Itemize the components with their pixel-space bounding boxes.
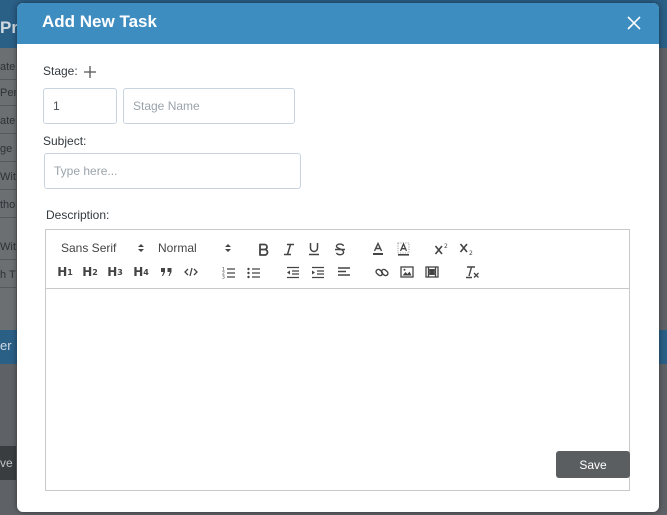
background-section-text: er (0, 338, 12, 353)
background-button: ve P (0, 446, 16, 480)
background-sidebar-item: ge (0, 136, 16, 162)
outdent-icon[interactable] (285, 263, 301, 281)
add-stage-icon[interactable] (83, 65, 97, 79)
indent-icon[interactable] (310, 263, 326, 281)
background-sidebar-item: tho (0, 192, 16, 218)
font-size-picker-label: Normal (158, 241, 197, 255)
heading-2-number: 2 (92, 267, 98, 277)
heading-4-icon[interactable]: H4 (132, 263, 150, 281)
heading-1-letter: H (57, 265, 68, 279)
heading-3-letter: H (107, 265, 118, 279)
svg-text:2: 2 (469, 250, 473, 256)
heading-4-number: 4 (143, 267, 149, 277)
video-icon[interactable] (424, 263, 440, 281)
rich-text-editor: Sans Serif Normal 2 2 H 1 H 2 H 3 H 4 1 … (45, 229, 630, 491)
link-icon[interactable] (374, 263, 390, 281)
superscript-icon[interactable]: 2 (433, 240, 451, 258)
subscript-icon[interactable]: 2 (458, 240, 476, 258)
align-left-icon[interactable] (336, 263, 352, 281)
bullet-list-icon[interactable] (246, 263, 262, 281)
stage-name-input[interactable] (123, 88, 295, 124)
svg-text:3: 3 (222, 274, 225, 279)
picker-arrows-icon (138, 244, 144, 252)
clear-format-icon[interactable] (463, 263, 481, 281)
strikethrough-icon[interactable] (333, 240, 347, 258)
background-sidebar-item: Pers (0, 80, 16, 106)
italic-icon[interactable] (282, 240, 296, 258)
description-label: Description: (46, 208, 110, 222)
picker-arrows-icon (225, 244, 231, 252)
text-color-icon[interactable] (371, 240, 385, 258)
heading-2-letter: H (82, 265, 93, 279)
add-task-modal: Add New Task Stage: Subject: Description… (17, 3, 659, 512)
heading-1-number: 1 (67, 267, 73, 277)
editor-toolbar: Sans Serif Normal 2 2 H 1 H 2 H 3 H 4 1 … (46, 230, 629, 289)
code-block-icon[interactable] (183, 263, 199, 281)
modal-header: Add New Task (17, 3, 659, 44)
background-title: Pr (0, 18, 18, 37)
background-sidebar-item: ate (0, 108, 16, 134)
blockquote-icon[interactable] (158, 263, 174, 281)
ordered-list-icon[interactable]: 123 (221, 263, 237, 281)
close-icon[interactable] (625, 14, 643, 32)
subject-input[interactable] (44, 153, 301, 189)
description-content-area[interactable] (46, 290, 629, 490)
stage-label: Stage: (43, 64, 78, 78)
heading-3-number: 3 (117, 267, 123, 277)
heading-2-icon[interactable]: H2 (81, 263, 99, 281)
background-color-icon[interactable] (396, 240, 410, 258)
heading-3-icon[interactable]: H3 (106, 263, 124, 281)
background-sidebar-item: Wit (0, 234, 16, 260)
background-sidebar-item: ate (0, 54, 16, 80)
svg-text:2: 2 (444, 243, 448, 250)
background-sidebar-item: Wit (0, 164, 16, 190)
bold-icon[interactable] (257, 240, 271, 258)
underline-icon[interactable] (307, 240, 321, 258)
heading-1-icon[interactable]: H1 (56, 263, 74, 281)
stage-number-input[interactable] (43, 88, 117, 124)
subject-label: Subject: (43, 134, 87, 148)
background-sidebar-item: h T (0, 262, 16, 288)
heading-4-letter: H (133, 265, 144, 279)
image-icon[interactable] (399, 263, 415, 281)
modal-title: Add New Task (42, 12, 157, 31)
font-family-picker-label: Sans Serif (61, 241, 117, 255)
save-button[interactable]: Save (556, 451, 630, 478)
font-family-picker[interactable]: Sans Serif (61, 239, 147, 257)
font-size-picker[interactable]: Normal (158, 239, 236, 257)
background-sidebar: ate Pers ate ge Wit tho Wit h T (0, 48, 16, 348)
